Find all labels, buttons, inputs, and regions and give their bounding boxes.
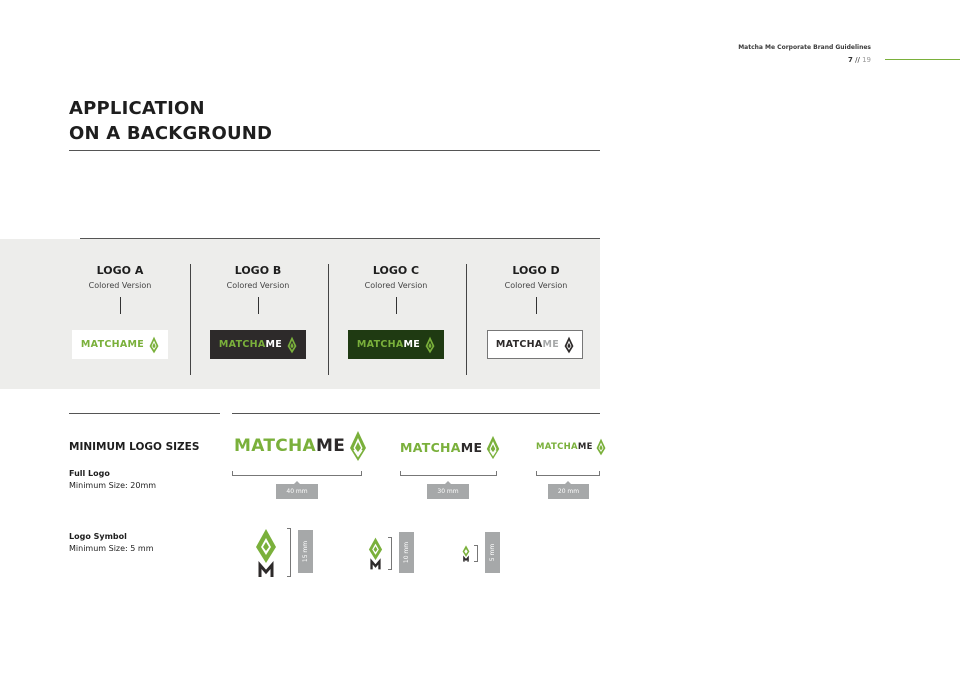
logo-variants-panel bbox=[0, 239, 600, 389]
logo-sample-d: MATCHA ME bbox=[487, 330, 583, 359]
size-tag-40mm: 40 mm bbox=[276, 481, 318, 499]
connector-line bbox=[395, 297, 397, 314]
column-divider bbox=[466, 264, 467, 375]
size-bracket bbox=[474, 545, 478, 562]
wordmark: MATCHA ME bbox=[219, 336, 297, 354]
wordmark-left: MATCHA bbox=[495, 339, 543, 350]
section-title: APPLICATION ON A BACKGROUND bbox=[69, 96, 272, 146]
symbol-min-size: Minimum Size: 5 mm bbox=[69, 544, 154, 553]
min-sizes-rule-right bbox=[232, 413, 600, 414]
size-tag-label: 5 mm bbox=[489, 543, 497, 562]
leaf-icon bbox=[149, 336, 159, 353]
wordmark-left: MATCHA bbox=[80, 339, 128, 350]
logo-sample-a: MATCHA ME bbox=[72, 330, 168, 359]
size-bracket bbox=[232, 471, 362, 476]
size-tag-15mm: 15 mm bbox=[298, 530, 313, 573]
column-divider bbox=[328, 264, 329, 375]
connector-line bbox=[535, 297, 537, 314]
wordmark-left: MATCHA bbox=[536, 442, 578, 452]
leaf-icon bbox=[487, 435, 500, 460]
size-bracket bbox=[287, 528, 291, 577]
size-tag-label: 20 mm bbox=[548, 484, 589, 499]
page-separator: // bbox=[852, 56, 863, 64]
wordmark-right: ME bbox=[577, 442, 593, 452]
leaf-icon bbox=[564, 336, 574, 353]
logo-name: LOGO A bbox=[96, 264, 144, 277]
logo-sample-b: MATCHA ME bbox=[210, 330, 306, 359]
page-total: 19 bbox=[862, 56, 871, 64]
logo-sample-c: MATCHA ME bbox=[348, 330, 444, 359]
wordmark-right: ME bbox=[316, 436, 346, 456]
full-logo-label-block: Full Logo Minimum Size: 20mm bbox=[69, 469, 156, 490]
column-divider bbox=[190, 264, 191, 375]
section-title-line1: APPLICATION bbox=[69, 98, 205, 119]
size-tag-10mm: 10 mm bbox=[399, 532, 414, 573]
logo-column-b: LOGO B Colored Version bbox=[198, 264, 318, 314]
size-tag-label: 10 mm bbox=[403, 541, 411, 564]
logo-column-a: LOGO A Colored Version bbox=[60, 264, 180, 314]
leaf-icon bbox=[425, 336, 435, 353]
logo-name: LOGO B bbox=[234, 264, 282, 277]
document-title: Matcha Me Corporate Brand Guidelines bbox=[738, 44, 871, 51]
logo-name: LOGO D bbox=[512, 264, 560, 277]
symbol-label: Logo Symbol bbox=[69, 532, 127, 541]
size-tag-label: 40 mm bbox=[276, 484, 318, 499]
title-divider bbox=[69, 150, 600, 151]
size-tag-20mm: 20 mm bbox=[548, 481, 589, 499]
symbol-5mm bbox=[462, 545, 470, 562]
connector-line bbox=[257, 297, 259, 314]
full-logo-min-size: Minimum Size: 20mm bbox=[69, 481, 157, 490]
wordmark: MATCHA ME bbox=[81, 336, 159, 354]
symbol-label-block: Logo Symbol Minimum Size: 5 mm bbox=[69, 532, 154, 553]
leaf-icon bbox=[596, 438, 606, 456]
wordmark-right: ME bbox=[265, 339, 283, 350]
size-bracket bbox=[388, 537, 392, 570]
logo-name: LOGO C bbox=[372, 264, 420, 277]
size-bracket bbox=[400, 471, 497, 476]
leaf-icon bbox=[350, 431, 367, 461]
logo-subtitle: Colored Version bbox=[364, 281, 428, 290]
full-logo-20mm: MATCHA ME bbox=[536, 438, 606, 456]
size-bracket bbox=[536, 471, 600, 476]
header-accent-rule bbox=[885, 59, 960, 60]
symbol-10mm bbox=[368, 537, 383, 570]
full-logo-30mm: MATCHA ME bbox=[400, 435, 500, 460]
wordmark-right: ME bbox=[127, 339, 145, 350]
wordmark-right: ME bbox=[542, 339, 560, 350]
connector-line bbox=[119, 297, 121, 314]
size-tag-30mm: 30 mm bbox=[427, 481, 469, 499]
wordmark-left: MATCHA bbox=[218, 339, 266, 350]
logo-subtitle: Colored Version bbox=[226, 281, 290, 290]
symbol-15mm bbox=[256, 529, 276, 577]
size-tag-label: 15 mm bbox=[302, 540, 310, 563]
min-sizes-rule-left bbox=[69, 413, 220, 414]
size-tag-label: 30 mm bbox=[427, 484, 469, 499]
wordmark-right: ME bbox=[460, 440, 483, 455]
wordmark-right: ME bbox=[403, 339, 421, 350]
wordmark-left: MATCHA bbox=[400, 440, 461, 455]
wordmark: MATCHA ME bbox=[357, 336, 435, 354]
section-title-line2: ON A BACKGROUND bbox=[69, 123, 273, 144]
page-number: 7 // 19 bbox=[848, 56, 871, 64]
logo-subtitle: Colored Version bbox=[88, 281, 152, 290]
size-tag-5mm: 5 mm bbox=[485, 532, 500, 573]
leaf-icon bbox=[287, 336, 297, 353]
min-sizes-title: MINIMUM LOGO SIZES bbox=[69, 441, 200, 453]
wordmark: MATCHA ME bbox=[496, 336, 574, 354]
logo-column-d: LOGO D Colored Version bbox=[476, 264, 596, 314]
full-logo-label: Full Logo bbox=[69, 469, 110, 478]
wordmark-left: MATCHA bbox=[234, 436, 317, 456]
full-logo-40mm: MATCHA ME bbox=[234, 430, 367, 462]
logo-subtitle: Colored Version bbox=[504, 281, 568, 290]
wordmark-left: MATCHA bbox=[356, 339, 404, 350]
logo-column-c: LOGO C Colored Version bbox=[336, 264, 456, 314]
panel-top-rule bbox=[80, 238, 600, 239]
